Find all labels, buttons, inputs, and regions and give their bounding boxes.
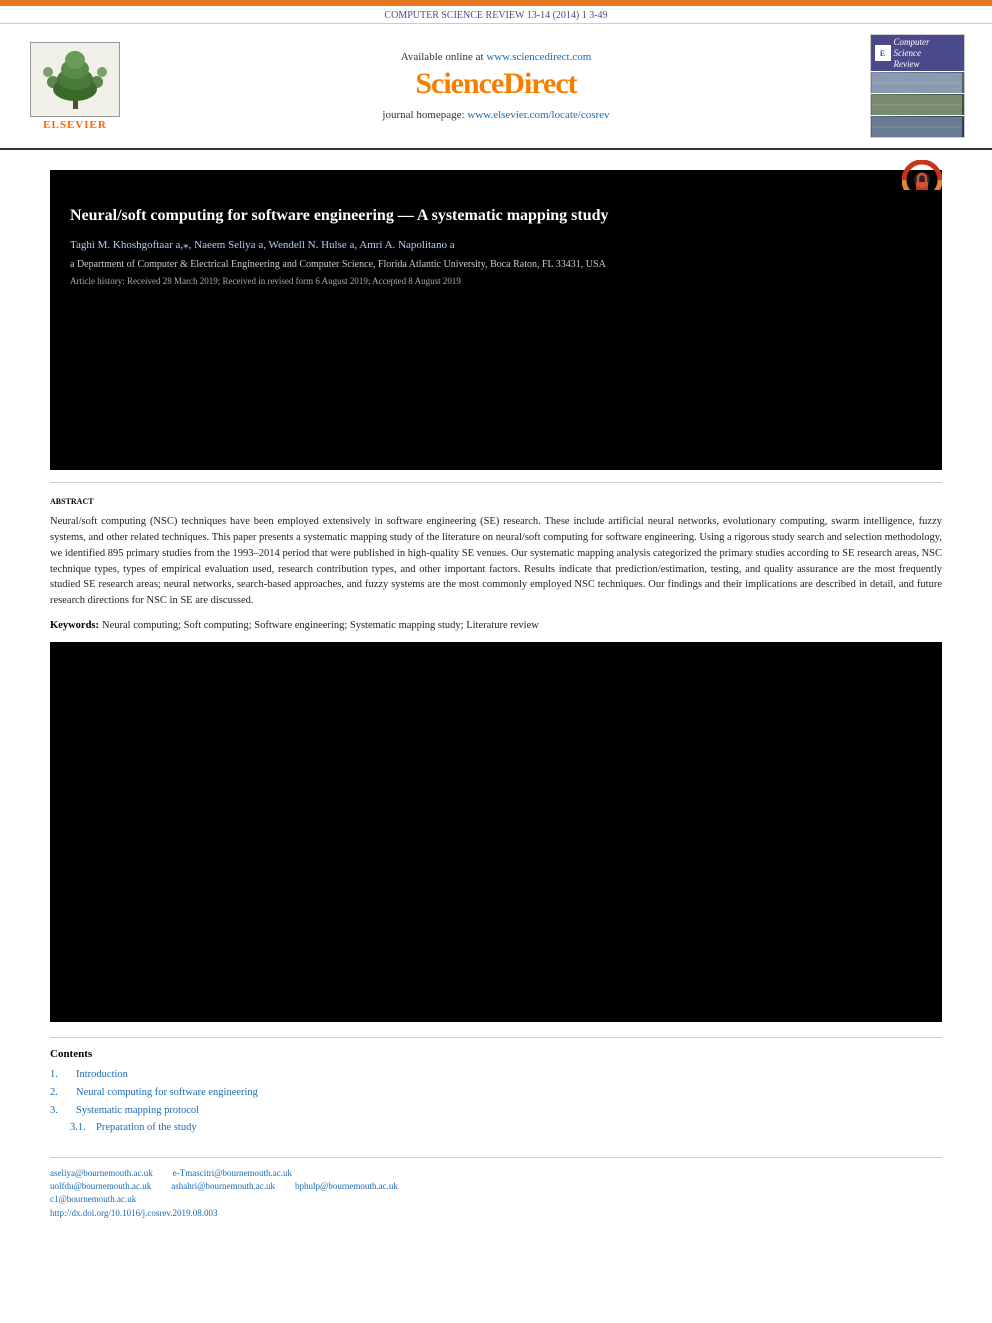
toc-label-2: Neural computing for software engineerin… <box>76 1084 258 1102</box>
article-affiliation: a Department of Computer & Electrical En… <box>70 259 922 270</box>
csr-title-text: ComputerScienceReview <box>894 37 930 69</box>
csr-journal-logo: E ComputerScienceReview <box>862 34 972 138</box>
footer-doi[interactable]: http://dx.doi.org/10.1016/j.cosrev.2019.… <box>50 1208 942 1218</box>
available-online-text: Available online at www.sciencedirect.co… <box>150 51 842 63</box>
csr-logo-header: E ComputerScienceReview <box>871 35 964 71</box>
toc-item-3-1[interactable]: 3.1. Preparation of the study <box>50 1119 942 1137</box>
main-content: Neural/soft computing for software engin… <box>0 150 992 1233</box>
toc-section: Contents 1. Introduction 2. Neural compu… <box>50 1037 942 1137</box>
email-6[interactable]: c1@bournemouth.ac.uk <box>50 1194 136 1204</box>
elsevier-wordmark: ELSEVIER <box>43 119 107 131</box>
abstract-section: abstract Neural/soft computing (NSC) tec… <box>50 482 942 632</box>
csr-image-2 <box>871 93 964 115</box>
elsevier-logo: ELSEVIER <box>20 42 130 131</box>
toc-num-3: 3. <box>50 1102 70 1120</box>
doi-text: COMPUTER SCIENCE REVIEW 13-14 (2014) 1 3… <box>384 10 607 21</box>
csr-logo-box: E ComputerScienceReview <box>870 34 965 138</box>
toc-label-3: Systematic mapping protocol <box>76 1102 199 1120</box>
elsevier-icon-small: E <box>875 45 891 61</box>
journal-header: ELSEVIER Available online at www.science… <box>0 24 992 150</box>
toc-num-3-1: 3.1. <box>70 1119 90 1137</box>
email-row-3: c1@bournemouth.ac.uk <box>50 1194 942 1204</box>
footer-emails: aseliya@bournemouth.ac.uk e-Tmascitri@bo… <box>50 1157 942 1218</box>
article-authors: Taghi M. Khoshgoftaar a,⁎, Naeem Seliya … <box>70 238 922 251</box>
keywords-text: Neural computing; Soft computing; Softwa… <box>102 620 539 631</box>
toc-item-3[interactable]: 3. Systematic mapping protocol <box>50 1102 942 1120</box>
email-5[interactable]: bphulp@bournemouth.ac.uk <box>295 1181 398 1191</box>
sciencedirect-logo: ScienceDirect <box>150 67 842 101</box>
toc-title: Contents <box>50 1048 942 1060</box>
sciencedirect-url-link[interactable]: www.sciencedirect.com <box>486 51 591 63</box>
toc-label-1: Introduction <box>76 1066 128 1084</box>
email-row-2: uolfdu@bournemouth.ac.uk ashahri@bournem… <box>50 1181 942 1191</box>
toc-item-2[interactable]: 2. Neural computing for software enginee… <box>50 1084 942 1102</box>
email-row-1: aseliya@bournemouth.ac.uk e-Tmascitri@bo… <box>50 1168 942 1178</box>
journal-homepage-line: journal homepage: www.elsevier.com/locat… <box>150 109 842 121</box>
elsevier-tree-image <box>30 42 120 117</box>
toc-label-3-1: Preparation of the study <box>96 1119 197 1137</box>
article-info: Article history: Received 28 March 2019;… <box>70 276 922 286</box>
journal-homepage-link[interactable]: www.elsevier.com/locate/cosrev <box>467 109 609 121</box>
article-section: Neural/soft computing for software engin… <box>50 170 942 1218</box>
journal-center-header: Available online at www.sciencedirect.co… <box>130 51 862 121</box>
toc-num-1: 1. <box>50 1066 70 1084</box>
article-body-dark <box>50 642 942 1022</box>
email-4[interactable]: ashahri@bournemouth.ac.uk <box>171 1181 275 1191</box>
csr-image-3 <box>871 115 964 137</box>
keywords-section: Keywords: Neural computing; Soft computi… <box>50 617 942 632</box>
keywords-label: Keywords: <box>50 620 99 631</box>
toc-item-1[interactable]: 1. Introduction <box>50 1066 942 1084</box>
toc-num-2: 2. <box>50 1084 70 1102</box>
csr-image-1 <box>871 71 964 93</box>
email-2[interactable]: e-Tmascitri@bournemouth.ac.uk <box>173 1168 292 1178</box>
email-3[interactable]: uolfdu@bournemouth.ac.uk <box>50 1181 151 1191</box>
email-1[interactable]: aseliya@bournemouth.ac.uk <box>50 1168 153 1178</box>
abstract-title: abstract <box>50 493 942 508</box>
abstract-text: Neural/soft computing (NSC) techniques h… <box>50 514 942 609</box>
article-title: Neural/soft computing for software engin… <box>70 205 922 227</box>
doi-header-line: COMPUTER SCIENCE REVIEW 13-14 (2014) 1 3… <box>0 6 992 24</box>
